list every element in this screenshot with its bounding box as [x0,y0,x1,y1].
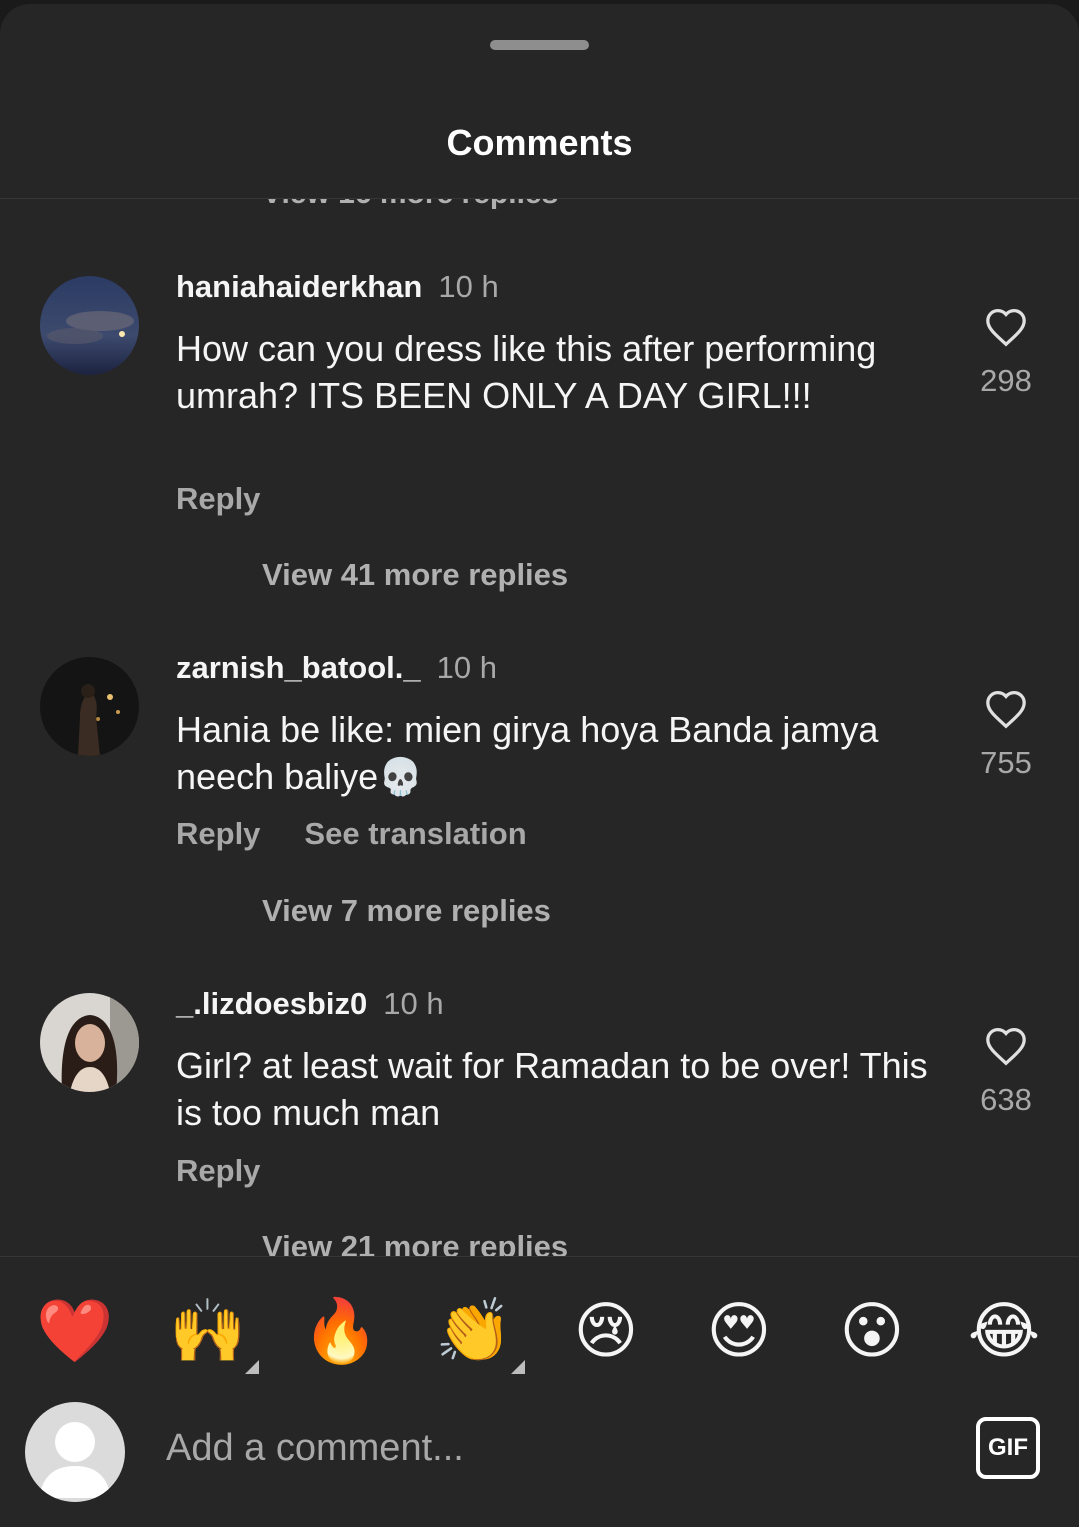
fire-emoji-button[interactable]: 🔥 [296,1286,386,1376]
like-control: 298 [966,307,1046,399]
comment-text: Girl? at least wait for Ramadan to be ov… [176,1045,928,1133]
see-translation-button[interactable]: See translation [304,816,526,851]
like-count: 638 [980,1082,1032,1117]
skin-tone-indicator [511,1360,525,1374]
comment-username[interactable]: zarnish_batool._ [176,650,421,685]
like-control: 638 [966,1026,1046,1118]
comments-list[interactable]: View 16 more replies [0,199,1079,1256]
quick-reactions-bar: ❤️ 🙌 🔥 👏 😢 😍 😮 😂 [0,1286,1079,1376]
view-replies-link[interactable]: View 7 more replies [262,893,551,929]
comment-actions: Reply [176,481,304,517]
reply-button[interactable]: Reply [176,816,260,851]
footer-divider [0,1256,1079,1257]
gif-button[interactable]: GIF [976,1417,1040,1479]
night-silhouette-avatar[interactable] [40,657,139,756]
comment-username[interactable]: haniahaiderkhan [176,269,422,304]
like-count: 298 [980,363,1032,398]
clapping-hands-emoji: 👏 [435,1294,513,1367]
crying-face-emoji-button[interactable]: 😢 [561,1286,651,1376]
user-avatar-placeholder [25,1402,125,1502]
comment-actions: Reply [176,1153,304,1189]
surprised-face-emoji-button[interactable]: 😮 [827,1286,917,1376]
heart-icon[interactable] [984,689,1028,729]
reply-button[interactable]: Reply [176,1153,260,1188]
heart-eyes-emoji-button[interactable]: 😍 [694,1286,784,1376]
clapping-hands-emoji-button[interactable]: 👏 [429,1286,525,1376]
view-replies-link-cut[interactable]: View 16 more replies [262,199,558,211]
comment-actions: Reply See translation [176,816,571,852]
view-replies-link[interactable]: View 21 more replies [262,1229,568,1256]
like-count: 755 [980,745,1032,780]
comment-username[interactable]: _.lizdoesbiz0 [176,986,367,1021]
view-replies-link[interactable]: View 41 more replies [262,557,568,593]
like-control: 755 [966,689,1046,781]
comment-time: 10 h [436,650,497,685]
portrait-avatar[interactable] [40,993,139,1092]
heart-icon[interactable] [984,307,1028,347]
default-user-icon [39,1422,111,1498]
comment-meta: haniahaiderkhan 10 h [176,269,499,305]
comment-time: 10 h [383,986,444,1021]
raising-hands-emoji-button[interactable]: 🙌 [163,1286,259,1376]
page-title: Comments [446,122,633,163]
comment-time: 10 h [438,269,499,304]
comment-meta: _.lizdoesbiz0 10 h [176,986,444,1022]
raising-hands-emoji: 🙌 [169,1294,247,1367]
reply-button[interactable]: Reply [176,481,260,516]
comment-text: Hania be like: mien girya hoya Banda jam… [176,709,879,797]
comment-text: How can you dress like this after perfor… [176,328,877,416]
night-sky-avatar[interactable] [40,276,139,375]
drag-handle[interactable] [490,40,589,50]
comment-composer: GIF [0,1398,1079,1508]
skin-tone-indicator [245,1360,259,1374]
red-heart-emoji-button[interactable]: ❤️ [30,1286,120,1376]
tears-of-joy-emoji-button[interactable]: 😂 [959,1286,1049,1376]
heart-icon[interactable] [984,1026,1028,1066]
comments-sheet: Comments View 16 more replies [0,4,1079,1527]
comment-meta: zarnish_batool._ 10 h [176,650,497,686]
add-comment-input[interactable] [166,1418,926,1478]
